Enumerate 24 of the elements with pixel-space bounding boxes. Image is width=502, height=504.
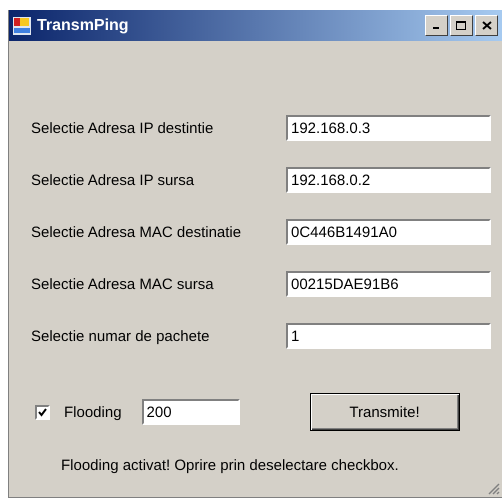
app-icon xyxy=(13,16,31,34)
input-field[interactable]: 200 xyxy=(142,399,240,425)
window-title: TransmPing xyxy=(37,16,130,34)
checkbox-label: Flooding xyxy=(64,404,122,420)
maximize-button[interactable] xyxy=(450,15,473,36)
field-label: Selectie Adresa IP destintie xyxy=(31,120,214,136)
field-label: Selectie Adresa MAC sursa xyxy=(31,276,215,292)
checkmark-icon xyxy=(38,408,47,416)
field-label: Selectie Adresa IP sursa xyxy=(31,172,196,188)
minimize-button[interactable] xyxy=(425,15,448,36)
input-field[interactable]: 192.168.0.2 xyxy=(286,167,491,193)
status-text: Flooding activat! Oprire prin deselectare checkbox. xyxy=(61,457,400,474)
flooding-checkbox[interactable] xyxy=(35,404,50,420)
field-label: Selectie Adresa MAC destinatie xyxy=(31,224,242,240)
input-field[interactable]: 192.168.0.3 xyxy=(286,115,491,141)
input-field[interactable]: 00215DAE91B6 xyxy=(286,271,491,297)
resize-grip-icon[interactable] xyxy=(488,483,500,495)
field-label: Selectie numar de pachete xyxy=(31,328,210,344)
input-field[interactable]: 0C446B1491A0 xyxy=(286,219,491,245)
close-button[interactable] xyxy=(475,15,498,36)
maximize-icon xyxy=(456,20,467,30)
close-icon xyxy=(482,21,492,30)
transmit-button[interactable]: Transmite! xyxy=(310,393,460,431)
input-field[interactable]: 1 xyxy=(286,323,491,349)
